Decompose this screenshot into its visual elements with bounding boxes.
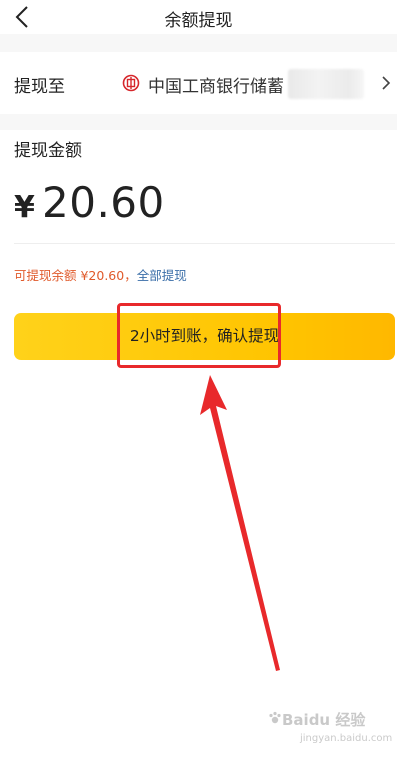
masked-account-number [288,69,364,99]
amount-input[interactable]: 20.60 [42,178,165,227]
amount-label: 提现金额 [14,141,82,161]
watermark: Baidu 经验 jingyan.baidu.com [268,705,392,755]
page-title: 余额提现 [164,11,233,31]
divider [14,243,395,244]
section-spacer-middle [0,114,397,130]
chevron-right-icon[interactable] [380,74,392,92]
section-spacer-top [0,34,397,52]
watermark-url: jingyan.baidu.com [300,733,393,744]
nav-bar: 余额提现 [0,0,397,34]
withdraw-to-label: 提现至 [14,77,65,97]
bank-name: 中国工商银行储蓄 [148,77,284,97]
currency-symbol: ¥ [14,190,35,225]
annotation-highlight-box [117,303,281,368]
watermark-brand: Baidu 经验 [282,711,366,729]
annotation-arrow [200,375,280,671]
withdraw-all-link[interactable]: 全部提现 [137,268,187,283]
available-balance-text: 可提现余额 ¥20.60， [14,268,137,283]
withdraw-to-row[interactable]: 提现至 中国工商银行储蓄 [0,52,397,114]
available-balance: 可提现余额 ¥20.60，全部提现 [14,265,187,284]
icbc-bank-logo-icon [122,74,140,92]
paw-logo-icon [269,711,281,724]
